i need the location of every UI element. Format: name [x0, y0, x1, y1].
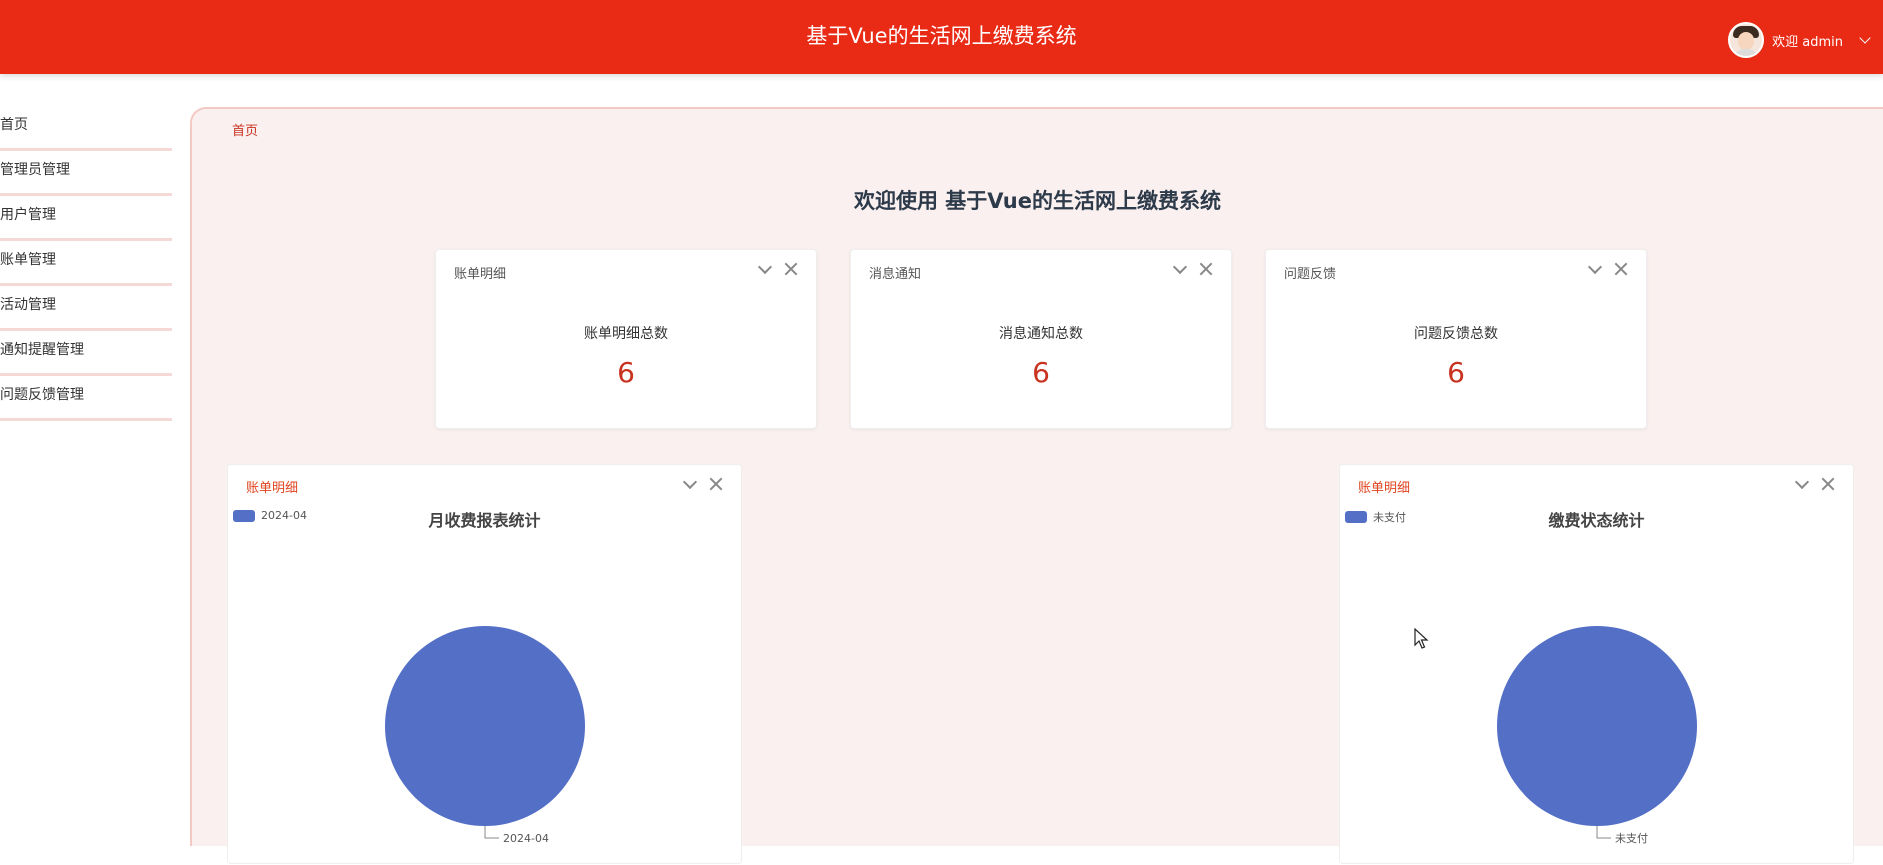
sidebar-item-feedback[interactable]: 问题反馈管理 — [0, 376, 172, 421]
slice-label-line — [484, 826, 499, 839]
card-title: 问题反馈 — [1284, 267, 1337, 282]
pie-chart: 2024-04 — [385, 626, 585, 845]
stat-label: 账单明细总数 — [584, 326, 668, 342]
user-menu[interactable]: 欢迎 admin — [1728, 22, 1871, 58]
close-icon[interactable] — [784, 262, 798, 276]
chevron-down-icon[interactable] — [1172, 259, 1188, 274]
sidebar-item-activities[interactable]: 活动管理 — [0, 286, 172, 331]
app-title: 基于Vue的生活网上缴费系统 — [806, 24, 1077, 48]
chevron-down-icon[interactable] — [1859, 31, 1871, 44]
sidebar-item-admin[interactable]: 管理员管理 — [0, 151, 172, 196]
main-panel: 首页 欢迎使用 基于Vue的生活网上缴费系统 账单明细 账单明细总数 6 消息通… — [190, 107, 1883, 864]
card-title: 消息通知 — [869, 267, 922, 282]
slice-label-line — [1596, 826, 1611, 839]
stat-label: 问题反馈总数 — [1414, 326, 1498, 342]
top-header: 基于Vue的生活网上缴费系统 欢迎 admin — [0, 0, 1883, 74]
stat-value: 6 — [1447, 356, 1465, 389]
stat-label: 消息通知总数 — [999, 326, 1083, 342]
sidebar: 首页 管理员管理 用户管理 账单管理 活动管理 通知提醒管理 问题反馈管理 — [0, 106, 172, 421]
chevron-down-icon[interactable] — [1587, 259, 1603, 274]
chart-card-status: 账单明细 未支付 缴费状态统计 未支付 — [1339, 464, 1854, 864]
sidebar-item-users[interactable]: 用户管理 — [0, 196, 172, 241]
mouse-cursor-icon — [1414, 628, 1429, 649]
breadcrumb[interactable]: 首页 — [232, 120, 258, 139]
pie-chart: 未支付 — [1497, 626, 1697, 845]
avatar[interactable] — [1728, 22, 1765, 58]
stat-value: 6 — [617, 356, 635, 389]
close-icon[interactable] — [1199, 262, 1213, 276]
chart-card-monthly: 账单明细 2024-04 月收费报表统计 2024-04 — [227, 464, 742, 864]
chevron-down-icon[interactable] — [757, 259, 773, 274]
pie-slice[interactable] — [385, 626, 585, 826]
slice-label: 未支付 — [1615, 832, 1648, 845]
pie-slice[interactable] — [1497, 626, 1697, 826]
card-title: 账单明细 — [454, 267, 507, 282]
sidebar-item-home[interactable]: 首页 — [0, 106, 172, 151]
slice-label: 2024-04 — [503, 832, 549, 845]
stat-value: 6 — [1032, 356, 1050, 389]
sidebar-item-bills[interactable]: 账单管理 — [0, 241, 172, 286]
stat-card-feedback: 问题反馈 问题反馈总数 6 — [1265, 249, 1647, 429]
stat-card-bills: 账单明细 账单明细总数 6 — [435, 249, 817, 429]
close-icon[interactable] — [1614, 262, 1628, 276]
sidebar-item-notifications[interactable]: 通知提醒管理 — [0, 331, 172, 376]
stat-card-messages: 消息通知 消息通知总数 6 — [850, 249, 1232, 429]
user-greeting[interactable]: 欢迎 admin — [1772, 31, 1843, 50]
page-title: 欢迎使用 基于Vue的生活网上缴费系统 — [853, 189, 1221, 213]
